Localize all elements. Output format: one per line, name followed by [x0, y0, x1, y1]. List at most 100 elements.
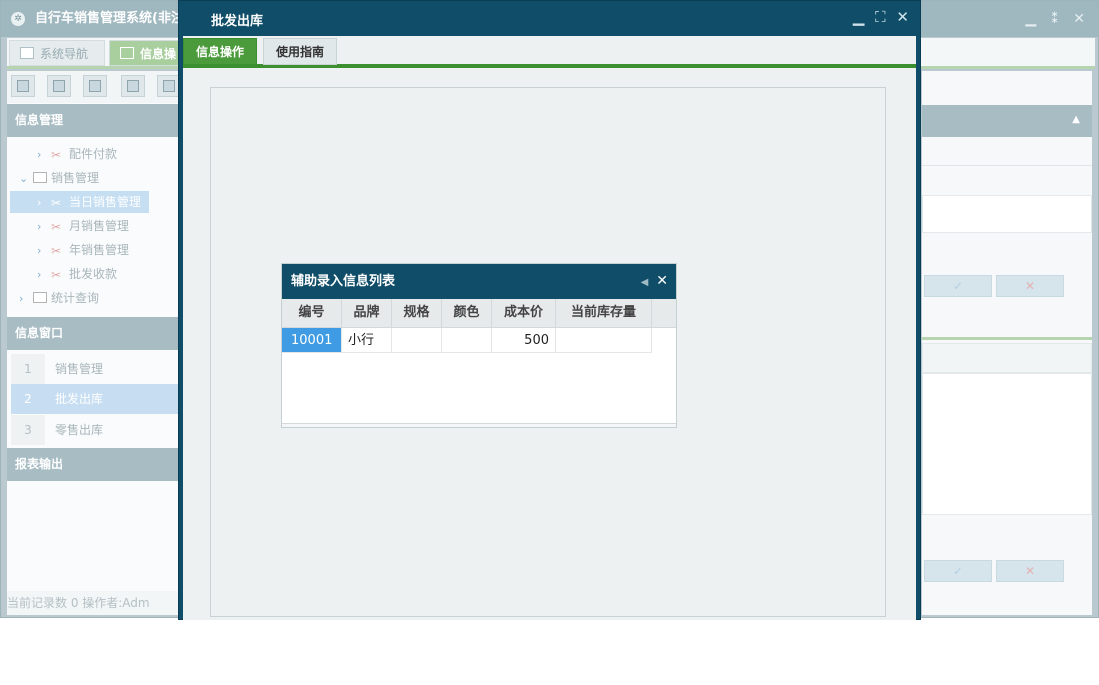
- chevron-right-icon: ›: [37, 244, 42, 257]
- document-tool-button[interactable]: [83, 75, 107, 97]
- user-tool-button[interactable]: [121, 75, 145, 97]
- background-sidebar: 信息管理 › ✂ 配件付款 ⌄ 销售管理 › ✂ 当日销售管理 › ✂ 月销售管理 › ✂ 年销售…: [7, 71, 181, 615]
- confirm-button[interactable]: ✓: [924, 275, 992, 297]
- tree-item-label: 销售管理: [51, 171, 100, 185]
- folder-icon: [33, 292, 47, 303]
- tree-item-label: 年销售管理: [69, 243, 130, 257]
- column-header-brand[interactable]: 品牌: [342, 299, 392, 327]
- column-header-id[interactable]: 编号: [282, 299, 342, 327]
- window-list-label: 批发出库: [55, 392, 104, 406]
- window-list-number: 3: [11, 415, 45, 445]
- tab-system-nav[interactable]: 系统导航: [9, 40, 105, 66]
- right-panel-header[interactable]: ▲: [922, 105, 1092, 137]
- right-field-box: [922, 195, 1092, 233]
- close-icon[interactable]: ✕: [656, 273, 668, 289]
- tree-folder-statistics[interactable]: › 统计查询: [19, 287, 99, 309]
- status-bar: 当前记录数 0 操作者:Adm: [7, 591, 179, 615]
- screen: ✲ 自行车销售管理系统(非注 ▁ ⁑ ✕ 系统导航 信息操 信息管理 › ✂ 配…: [0, 0, 1099, 685]
- close-icon[interactable]: ✕: [896, 8, 912, 26]
- column-header-color[interactable]: 颜色: [442, 299, 492, 327]
- sidebar-toolbar: [7, 71, 181, 103]
- cell-spec[interactable]: [392, 328, 442, 353]
- window-list-item-selected[interactable]: 2 批发出库: [11, 384, 179, 414]
- tree-item-label: 批发收款: [69, 267, 118, 281]
- table-row[interactable]: 10001 小行 500: [282, 328, 676, 353]
- minimize-icon[interactable]: ▁: [853, 8, 868, 26]
- collapse-left-icon[interactable]: ◀: [641, 277, 649, 288]
- column-header-spec[interactable]: 规格: [392, 299, 442, 327]
- tab-usage-guide[interactable]: 使用指南: [263, 38, 338, 65]
- cell-color[interactable]: [442, 328, 492, 353]
- column-header-stock[interactable]: 当前库存量: [556, 299, 652, 327]
- list-tool-button[interactable]: [47, 75, 71, 97]
- chevron-right-icon: ›: [37, 268, 42, 281]
- lookup-list-popup: 辅助录入信息列表 ◀ ✕ 编号 品牌 规格 颜色 成本价 当前库存量 10001 …: [281, 263, 677, 428]
- search-icon: [17, 80, 29, 92]
- monitor-icon: [20, 47, 34, 59]
- tree-item-label: 配件付款: [69, 147, 118, 161]
- cancel-button[interactable]: ✕: [996, 560, 1064, 582]
- list-icon: [53, 80, 65, 92]
- window-list-number: 1: [11, 354, 45, 384]
- document-icon: [89, 80, 101, 92]
- divider: [922, 165, 1092, 166]
- popup-footer: [282, 423, 676, 427]
- tools-icon: ✂: [51, 196, 62, 210]
- panel-header-info-mgmt[interactable]: 信息管理: [7, 104, 179, 137]
- tab-info-operation-label: 信息操: [140, 47, 177, 61]
- right-header-box: [922, 343, 1092, 373]
- window-list-number: 2: [11, 384, 45, 414]
- maximize-icon[interactable]: ⛶: [875, 8, 889, 26]
- tree-item-monthly-sales[interactable]: › ✂ 月销售管理: [37, 215, 129, 237]
- modal-title: 批发出库: [211, 14, 264, 29]
- tab-system-nav-label: 系统导航: [40, 47, 89, 61]
- tree-folder-sales[interactable]: ⌄ 销售管理: [19, 167, 99, 189]
- popup-title: 辅助录入信息列表 ◀ ✕: [282, 264, 676, 299]
- user-icon: [127, 80, 139, 92]
- tree-item-parts-payment[interactable]: › ✂ 配件付款: [37, 143, 117, 165]
- cancel-button[interactable]: ✕: [996, 275, 1064, 297]
- tree-item-wholesale-receipt[interactable]: › ✂ 批发收款: [37, 263, 117, 285]
- chevron-right-icon: ›: [19, 292, 24, 305]
- search-tool-button[interactable]: [11, 75, 35, 97]
- chevron-right-icon: ›: [37, 148, 42, 161]
- cell-cost[interactable]: 500: [492, 328, 556, 353]
- modal-tab-strip: 信息操作 使用指南: [183, 36, 916, 68]
- tree-item-yearly-sales[interactable]: › ✂ 年销售管理: [37, 239, 129, 261]
- background-app-title: 自行车销售管理系统(非注: [35, 11, 184, 26]
- tab-info-operation-active[interactable]: 信息操作: [183, 38, 258, 65]
- app-logo-icon: ✲: [11, 12, 25, 26]
- tools-icon: ✂: [51, 148, 62, 162]
- window-icon: [163, 80, 175, 92]
- confirm-button[interactable]: ✓: [924, 560, 992, 582]
- popup-title-text: 辅助录入信息列表: [291, 274, 396, 289]
- tools-icon: ✂: [51, 268, 62, 282]
- chevron-right-icon: ›: [37, 220, 42, 233]
- window-list-item[interactable]: 1 销售管理: [11, 354, 179, 384]
- cell-id[interactable]: 10001: [282, 328, 342, 353]
- tree-item-label: 当日销售管理: [69, 195, 142, 209]
- window-list-item[interactable]: 3 零售出库: [11, 415, 179, 445]
- chevron-right-icon: ›: [37, 196, 42, 209]
- panel-header-info-window[interactable]: 信息窗口: [7, 317, 179, 350]
- grid-icon: [120, 47, 134, 59]
- tree-item-daily-sales[interactable]: › ✂ 当日销售管理: [10, 191, 150, 213]
- column-header-cost[interactable]: 成本价: [492, 299, 556, 327]
- chevron-down-icon: ⌄: [19, 172, 29, 185]
- window-list-label: 销售管理: [55, 362, 104, 376]
- right-list-box: [922, 373, 1092, 515]
- panel-header-report[interactable]: 报表输出: [7, 448, 179, 481]
- modal-window-controls: ▁ ⛶ ✕: [853, 8, 912, 26]
- tab-info-operation[interactable]: 信息操: [109, 40, 189, 66]
- background-window-controls[interactable]: ▁ ⁑ ✕: [1025, 1, 1090, 37]
- background-right-pane: ▲ ✓ ✕ ✓ ✕: [922, 71, 1092, 615]
- collapse-up-icon[interactable]: ▲: [1072, 114, 1080, 125]
- divider-green: [922, 337, 1092, 340]
- tree-item-label: 统计查询: [51, 291, 100, 305]
- tree-item-label: 月销售管理: [69, 219, 130, 233]
- cell-stock[interactable]: [556, 328, 652, 353]
- popup-controls: ◀ ✕: [641, 264, 668, 300]
- grid-header: 编号 品牌 规格 颜色 成本价 当前库存量: [282, 299, 676, 328]
- tools-icon: ✂: [51, 220, 62, 234]
- cell-brand[interactable]: 小行: [342, 328, 392, 353]
